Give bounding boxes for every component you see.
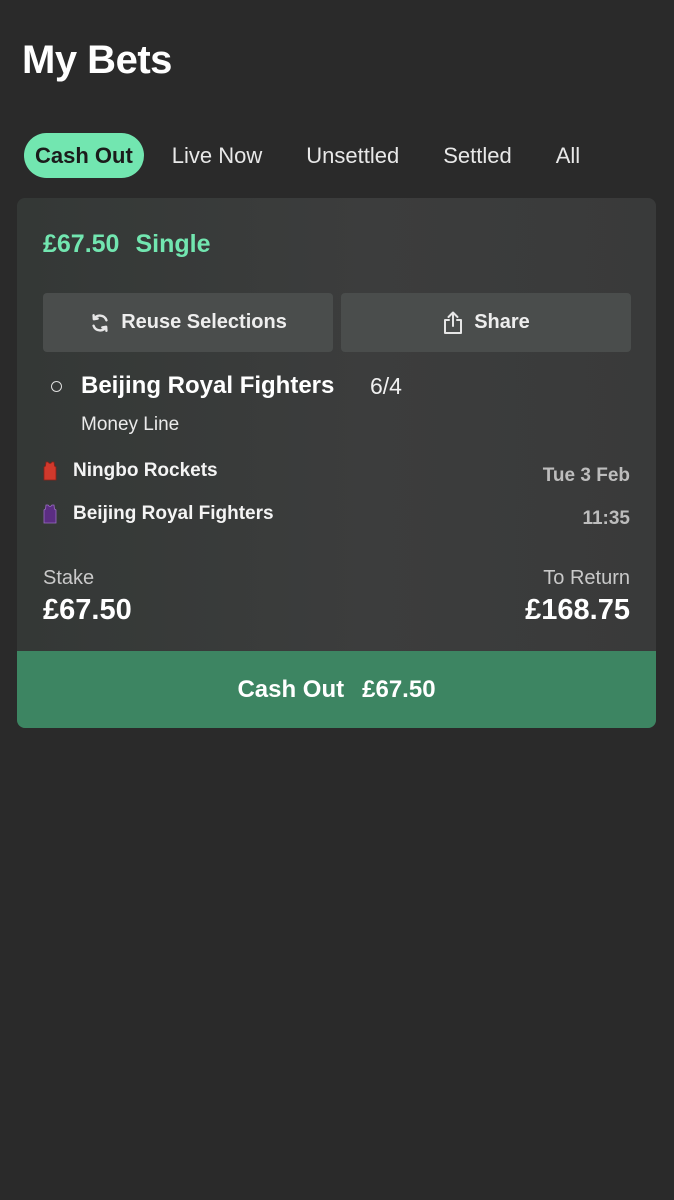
selection-name: Beijing Royal Fighters <box>81 372 335 399</box>
jersey-icon <box>43 504 57 524</box>
page-title: My Bets <box>22 38 172 82</box>
cash-out-label: Cash Out <box>237 675 345 703</box>
tab-settled[interactable]: Settled <box>432 133 523 178</box>
stake-value: £67.50 <box>43 594 132 626</box>
bet-header: £67.50 Single <box>43 230 210 259</box>
event-date: Tue 3 Feb <box>542 465 630 486</box>
bet-stake-amount: £67.50 <box>43 230 120 258</box>
away-team-name: Beijing Royal Fighters <box>73 503 274 524</box>
reuse-selections-label: Reuse Selections <box>121 311 287 333</box>
away-team-row: Beijing Royal Fighters <box>43 503 274 525</box>
bet-type: Single <box>135 230 211 258</box>
selection-status-icon <box>51 381 62 392</box>
cash-out-button[interactable]: Cash Out £67.50 <box>17 651 656 728</box>
event-time: 11:35 <box>582 508 630 529</box>
home-team-row: Ningbo Rockets <box>43 460 218 482</box>
return-label: To Return <box>543 567 630 589</box>
jersey-icon <box>43 461 57 481</box>
selection-odds: 6/4 <box>370 373 402 399</box>
tab-live-now[interactable]: Live Now <box>161 133 273 178</box>
tab-all[interactable]: All <box>545 133 591 178</box>
share-button[interactable]: Share <box>341 293 631 352</box>
return-value: £168.75 <box>525 594 630 626</box>
tab-unsettled[interactable]: Unsettled <box>295 133 410 178</box>
refresh-icon <box>89 312 111 334</box>
home-team-name: Ningbo Rockets <box>73 460 218 481</box>
stake-label: Stake <box>43 567 95 589</box>
share-label: Share <box>474 311 530 333</box>
tab-cash-out[interactable]: Cash Out <box>24 133 144 178</box>
reuse-selections-button[interactable]: Reuse Selections <box>43 293 333 352</box>
bet-tabs: Cash Out Live Now Unsettled Settled All <box>24 133 591 178</box>
market-name: Money Line <box>81 414 180 435</box>
share-icon <box>442 311 464 335</box>
bet-card: £67.50 Single Reuse Selections Share Bei… <box>17 198 656 728</box>
cash-out-value: £67.50 <box>362 675 436 703</box>
